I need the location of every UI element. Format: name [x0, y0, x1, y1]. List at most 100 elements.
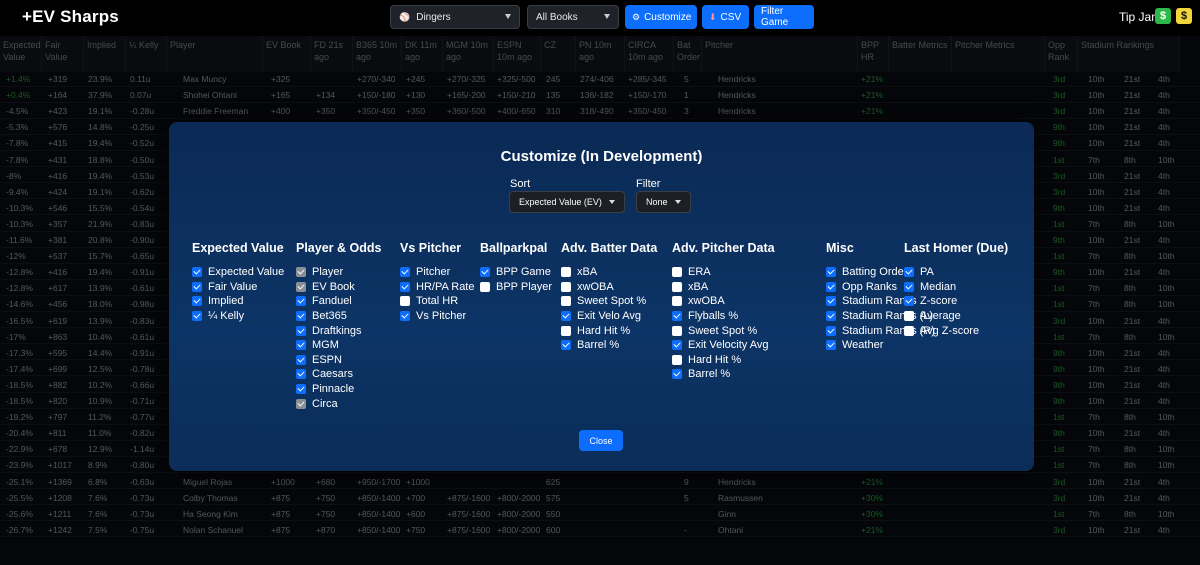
checkbox[interactable]: [192, 281, 202, 292]
column-toggle[interactable]: Median: [904, 280, 1008, 295]
checkbox[interactable]: [826, 325, 836, 336]
checkbox[interactable]: [904, 267, 914, 278]
filter-select[interactable]: None: [636, 191, 691, 213]
checkbox[interactable]: [296, 281, 306, 292]
checkbox[interactable]: [826, 311, 836, 322]
checkbox[interactable]: [296, 369, 306, 380]
checkbox[interactable]: [561, 296, 571, 307]
column-toggle[interactable]: Bet365: [296, 309, 381, 324]
checkbox[interactable]: [904, 281, 914, 292]
checkbox[interactable]: [192, 267, 202, 278]
checkbox[interactable]: [400, 311, 410, 322]
checkbox[interactable]: [480, 267, 490, 278]
column-toggle[interactable]: HR/PA Rate: [400, 280, 475, 295]
column-toggle[interactable]: EV Book: [296, 280, 381, 295]
checkbox[interactable]: [672, 281, 682, 292]
column-toggle[interactable]: Average: [904, 309, 1008, 324]
checkbox[interactable]: [296, 296, 306, 307]
column-toggle[interactable]: Fanduel: [296, 294, 381, 309]
column-toggle[interactable]: xBA: [561, 265, 657, 280]
column-toggle[interactable]: Avg Z-score: [904, 323, 1008, 338]
checkbox[interactable]: [296, 398, 306, 409]
checkbox[interactable]: [826, 281, 836, 292]
column-toggle[interactable]: Sweet Spot %: [561, 294, 657, 309]
column-toggle[interactable]: BPP Game: [480, 265, 552, 280]
checkbox[interactable]: [904, 296, 914, 307]
column-toggle[interactable]: PA: [904, 265, 1008, 280]
close-button[interactable]: Close: [579, 430, 623, 451]
column-toggle[interactable]: Expected Value: [192, 265, 284, 280]
checkbox[interactable]: [296, 267, 306, 278]
checkbox[interactable]: [296, 354, 306, 365]
checkbox[interactable]: [904, 325, 914, 336]
column-toggle[interactable]: Barrel %: [672, 367, 775, 382]
column-toggle[interactable]: Exit Velo Avg: [561, 309, 657, 324]
checkbox[interactable]: [400, 281, 410, 292]
column-toggle[interactable]: Total HR: [400, 294, 475, 309]
column-toggle[interactable]: Player: [296, 265, 381, 280]
venmo-icon[interactable]: $: [1176, 8, 1192, 24]
checkbox[interactable]: [561, 267, 571, 278]
column-toggle[interactable]: ¼ Kelly: [192, 309, 284, 324]
column-toggle[interactable]: Fair Value: [192, 280, 284, 295]
column-toggle[interactable]: BPP Player: [480, 280, 552, 295]
checkbox[interactable]: [672, 296, 682, 307]
checkbox[interactable]: [296, 384, 306, 395]
column-group-heading: Adv. Pitcher Data: [672, 241, 775, 255]
column-toggle[interactable]: Draftkings: [296, 323, 381, 338]
column-toggle[interactable]: Circa: [296, 396, 381, 411]
checkbox[interactable]: [296, 311, 306, 322]
checkbox[interactable]: [826, 296, 836, 307]
books-select[interactable]: All Books: [527, 5, 619, 29]
checkbox[interactable]: [826, 267, 836, 278]
column-toggle[interactable]: xwOBA: [561, 280, 657, 295]
column-toggle[interactable]: Z-score: [904, 294, 1008, 309]
column-toggle[interactable]: xBA: [672, 280, 775, 295]
checkbox[interactable]: [672, 369, 682, 380]
checkbox[interactable]: [192, 296, 202, 307]
checkbox[interactable]: [296, 340, 306, 351]
checkbox[interactable]: [672, 325, 682, 336]
column-toggle[interactable]: Flyballs %: [672, 309, 775, 324]
column-toggle[interactable]: Exit Velocity Avg: [672, 338, 775, 353]
sort-select[interactable]: Expected Value (EV): [509, 191, 625, 213]
column-toggle[interactable]: Weather: [826, 338, 935, 353]
checkbox[interactable]: [296, 325, 306, 336]
customize-button[interactable]: ⚙ Customize: [625, 5, 697, 29]
checkbox-label: ¼ Kelly: [208, 310, 245, 323]
checkbox[interactable]: [561, 311, 571, 322]
column-toggle[interactable]: Vs Pitcher: [400, 309, 475, 324]
column-toggle[interactable]: ERA: [672, 265, 775, 280]
checkbox[interactable]: [672, 311, 682, 322]
checkbox[interactable]: [672, 354, 682, 365]
checkbox[interactable]: [904, 311, 914, 322]
column-toggle[interactable]: Hard Hit %: [561, 323, 657, 338]
checkbox[interactable]: [561, 325, 571, 336]
checkbox[interactable]: [826, 340, 836, 351]
checkbox[interactable]: [400, 267, 410, 278]
column-group: Expected Value Expected Value Fair Value Im…: [192, 241, 284, 323]
column-toggle[interactable]: xwOBA: [672, 294, 775, 309]
checkbox[interactable]: [400, 296, 410, 307]
column-toggle[interactable]: Pitcher: [400, 265, 475, 280]
cash-app-icon[interactable]: $: [1155, 8, 1171, 24]
column-toggle[interactable]: Caesars: [296, 367, 381, 382]
checkbox[interactable]: [672, 340, 682, 351]
checkbox-label: Player: [312, 266, 344, 279]
column-toggle[interactable]: ESPN: [296, 353, 381, 368]
filter-game-button[interactable]: Filter Game: [754, 5, 814, 29]
checkbox[interactable]: [561, 281, 571, 292]
checkbox[interactable]: [480, 281, 490, 292]
checkbox[interactable]: [672, 267, 682, 278]
checkbox-label: xBA: [688, 280, 709, 293]
checkbox[interactable]: [561, 340, 571, 351]
column-toggle[interactable]: Pinnacle: [296, 382, 381, 397]
column-toggle[interactable]: MGM: [296, 338, 381, 353]
column-toggle[interactable]: Hard Hit %: [672, 353, 775, 368]
column-toggle[interactable]: Barrel %: [561, 338, 657, 353]
column-toggle[interactable]: Implied: [192, 294, 284, 309]
checkbox[interactable]: [192, 311, 202, 322]
market-select[interactable]: ⚾ Dingers: [390, 5, 520, 29]
column-toggle[interactable]: Sweet Spot %: [672, 323, 775, 338]
csv-button[interactable]: ⬇ CSV: [702, 5, 749, 29]
